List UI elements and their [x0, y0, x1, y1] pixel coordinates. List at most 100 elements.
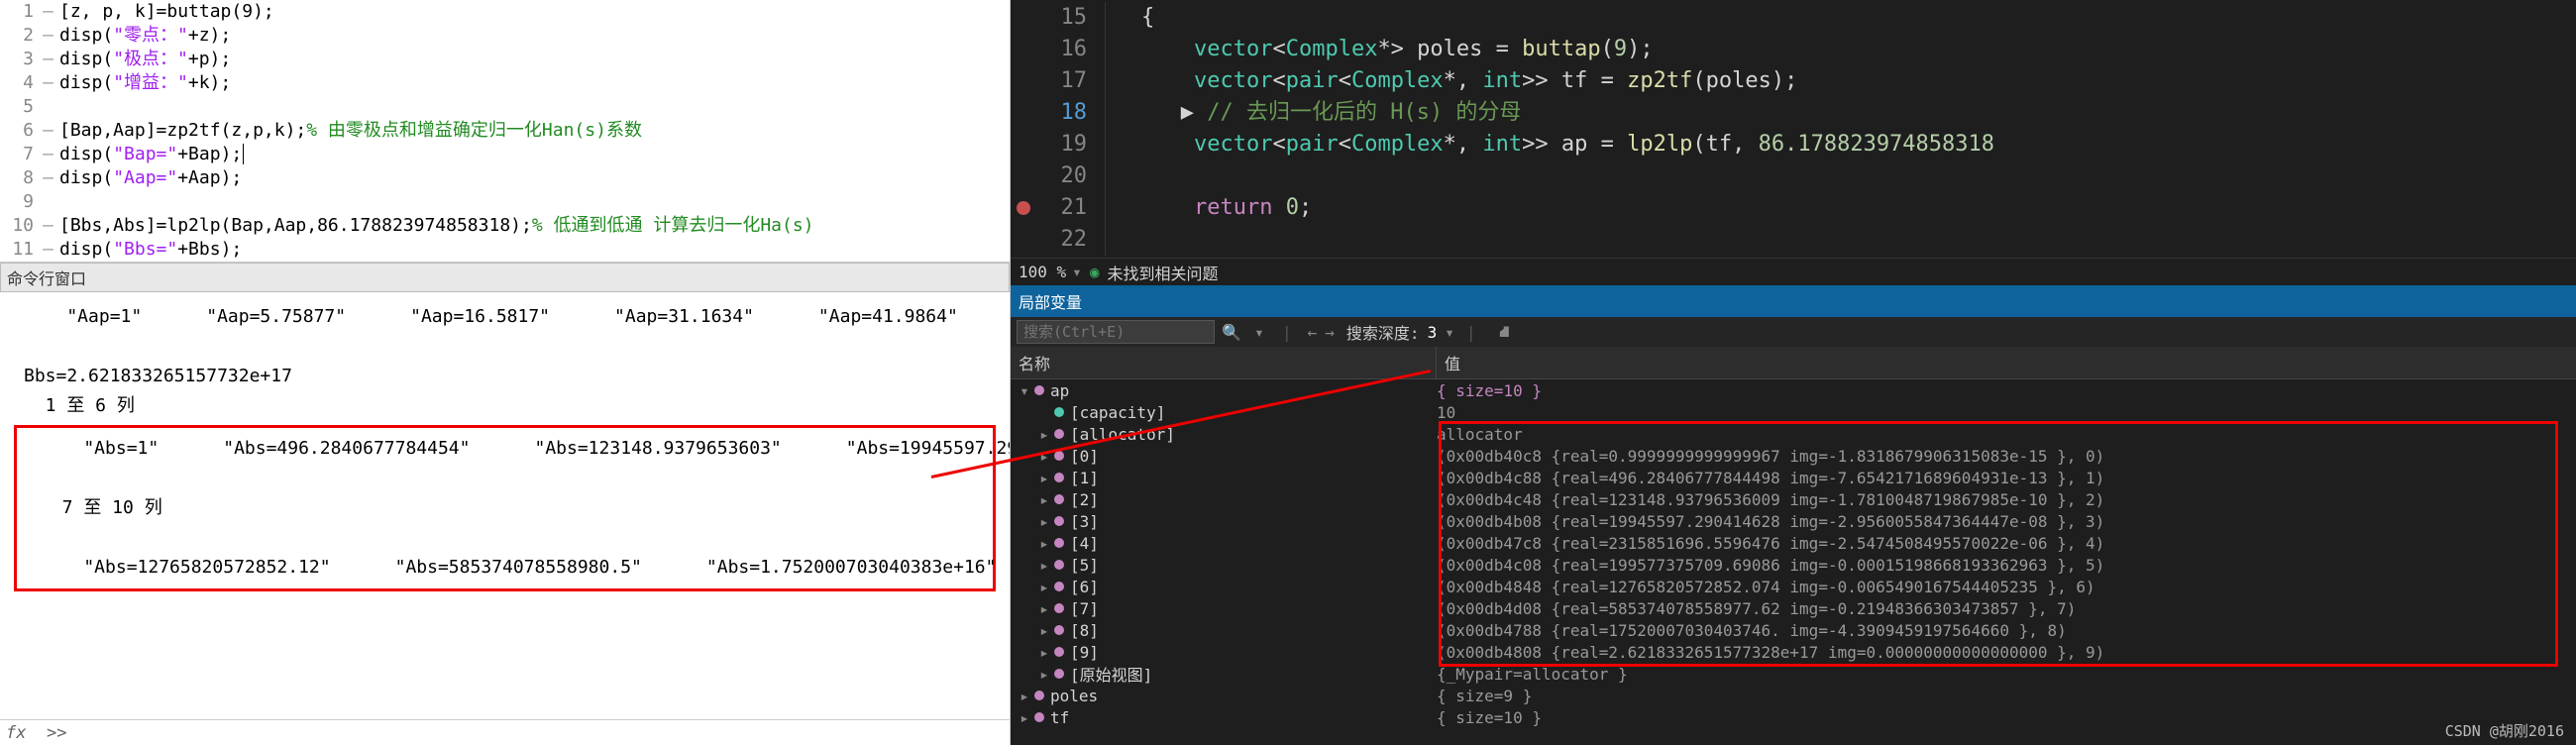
locals-row[interactable]: ▸[3](0x00db4b08 {real=19945597.290414628… [1011, 510, 2576, 532]
var-name: poles [1050, 687, 1098, 705]
bullet-icon [1034, 712, 1044, 722]
breakpoint-gutter[interactable] [1011, 34, 1036, 65]
expand-icon[interactable]: ▾ [1017, 381, 1032, 400]
zoom-level[interactable]: 100 % [1019, 263, 1066, 281]
var-name-cell: ▾ap [1011, 381, 1437, 400]
matlab-editor[interactable]: 1[z, p, k]=buttap(9);2disp("零点："+z);3dis… [0, 0, 1010, 263]
expand-icon[interactable]: ▸ [1036, 665, 1052, 684]
editor-line[interactable]: 6[Bap,Aap]=zp2tf(z,p,k);% 由零极点和增益确定归一化Ha… [0, 119, 1010, 143]
editor-line[interactable]: 8disp("Aap="+Aap); [0, 166, 1010, 190]
cpp-line[interactable]: 22 [1011, 224, 2576, 256]
locals-row[interactable]: ▸[9](0x00db4808 {real=2.6218332651577328… [1011, 641, 2576, 663]
var-name-cell: ▸ poles [1011, 687, 1437, 705]
command-window[interactable]: "Aap=1" "Aap=5.75877" "Aap=16.5817" "Aap… [0, 292, 1010, 719]
breakpoint-gutter[interactable] [1011, 160, 1036, 192]
editor-line[interactable]: 7disp("Bap="+Bap); [0, 143, 1010, 166]
editor-line[interactable]: 10[Bbs,Abs]=lp2lp(Bap,Aap,86.17882397485… [0, 214, 1010, 238]
search-icon[interactable]: 🔍 [1221, 321, 1242, 343]
cpp-line[interactable]: 19 vector<pair<Complex*, int>> ap = lp2l… [1011, 129, 2576, 160]
col-name-header[interactable]: 名称 [1011, 347, 1437, 378]
locals-row[interactable]: ▸[2](0x00db4c48 {real=123148.93796536009… [1011, 488, 2576, 510]
cpp-editor[interactable]: 15{16 vector<Complex*> poles = buttap(9)… [1011, 0, 2576, 258]
breakpoint-gutter[interactable] [1011, 97, 1036, 129]
var-name-cell: ▸[4] [1011, 534, 1437, 553]
var-name-cell: ▸tf [1011, 708, 1437, 727]
nav-prev-icon[interactable]: ← [1308, 323, 1318, 342]
code-content: vector<pair<Complex*, int>> tf = zp2tf(p… [1106, 65, 1797, 97]
bullet-icon [1054, 473, 1064, 482]
cpp-line[interactable]: 16 vector<Complex*> poles = buttap(9); [1011, 34, 2576, 65]
line-number: 5 [0, 95, 44, 119]
editor-line[interactable]: 4disp("增益："+k); [0, 71, 1010, 95]
expand-icon[interactable]: ▸ [1036, 490, 1052, 509]
var-name-cell: ▸ [1] [1011, 469, 1437, 487]
expand-icon[interactable]: ▸ [1036, 512, 1052, 531]
code-content: [z, p, k]=buttap(9); [44, 0, 1010, 24]
expand-icon[interactable]: ▸ [1017, 687, 1032, 705]
expand-icon[interactable]: ▸ [1036, 447, 1052, 466]
locals-row[interactable]: ▸poles{ size=9 } [1011, 685, 2576, 706]
cols-label: 1 至 6 列 [6, 391, 1004, 421]
fx-prompt-bar[interactable]: fx >> [0, 719, 1010, 745]
code-content: ▶ // 去归一化后的 H(s) 的分母 [1106, 97, 1521, 129]
cpp-line[interactable]: 18 ▶ // 去归一化后的 H(s) 的分母 [1011, 97, 2576, 129]
expand-icon[interactable] [1036, 403, 1052, 422]
editor-line[interactable]: 2disp("零点："+z); [0, 24, 1010, 48]
cpp-line[interactable]: 20 [1011, 160, 2576, 192]
breakpoint-gutter[interactable] [1011, 224, 1036, 256]
col-value-header[interactable]: 值 [1437, 347, 2576, 378]
locals-row[interactable]: ▸[4](0x00db47c8 {real=2315851696.5596476… [1011, 532, 2576, 554]
line-number: 20 [1036, 160, 1106, 192]
locals-row[interactable]: ▸[0](0x00db40c8 {real=0.9999999999999967… [1011, 445, 2576, 467]
editor-line[interactable]: 11disp("Bbs="+Bbs); [0, 238, 1010, 262]
locals-row[interactable]: ▸[7](0x00db4d08 {real=585374078558977.62… [1011, 597, 2576, 619]
expand-icon[interactable]: ▸ [1036, 578, 1052, 596]
var-name: [9] [1070, 643, 1099, 662]
var-name: [1] [1070, 469, 1099, 487]
expand-icon[interactable]: ▸ [1036, 643, 1052, 662]
locals-tree[interactable]: ▾ap{ size=10 } [capacity]10▸[allocator]a… [1011, 379, 2576, 745]
expand-icon[interactable]: ▸ [1036, 621, 1052, 640]
nav-next-icon[interactable]: → [1325, 323, 1335, 342]
locals-row[interactable]: ▸[allocator]allocator [1011, 423, 2576, 445]
locals-row[interactable]: ▸[6](0x00db4848 {real=12765820572852.074… [1011, 576, 2576, 597]
locals-row[interactable]: ▸tf{ size=10 } [1011, 706, 2576, 728]
abs-row-2: "Abs=12765820572852.12" "Abs=58537407855… [23, 553, 987, 583]
expand-icon[interactable]: ▸ [1036, 469, 1052, 487]
locals-search-input[interactable] [1017, 320, 1215, 344]
expand-icon[interactable]: ▸ [1036, 599, 1052, 618]
editor-line[interactable]: 1[z, p, k]=buttap(9); [0, 0, 1010, 24]
var-name-cell: ▸[原始视图] [1011, 662, 1437, 686]
cpp-line[interactable]: 15{ [1011, 2, 2576, 34]
search-dropdown-icon[interactable]: ▾ [1248, 321, 1270, 343]
var-name-cell: ▸[2] [1011, 490, 1437, 509]
expand-icon[interactable]: ▸ [1017, 708, 1032, 727]
depth-dropdown-icon[interactable]: ▾ [1445, 323, 1454, 342]
locals-row[interactable]: [capacity]10 [1011, 401, 2576, 423]
search-depth-value[interactable]: 3 [1428, 323, 1438, 342]
locals-row[interactable]: ▸[1](0x00db4c88 {real=496.28406777844498… [1011, 467, 2576, 488]
breakpoint-gutter[interactable] [1011, 129, 1036, 160]
expand-icon[interactable]: ▸ [1036, 556, 1052, 575]
var-name: [7] [1070, 599, 1099, 618]
cpp-line[interactable]: 17 vector<pair<Complex*, int>> tf = zp2t… [1011, 65, 2576, 97]
locals-row[interactable]: ▸[5](0x00db4c08 {real=199577375709.69086… [1011, 554, 2576, 576]
breakpoint-gutter[interactable] [1011, 2, 1036, 34]
filter-icon[interactable]: ⛘ [1493, 321, 1515, 343]
locals-row[interactable]: ▾ap{ size=10 } [1011, 379, 2576, 401]
editor-line[interactable]: 5 [0, 95, 1010, 119]
editor-line[interactable]: 3disp("极点："+p); [0, 48, 1010, 71]
var-name: [capacity] [1070, 403, 1165, 422]
locals-row[interactable]: ▸[原始视图]{_Mypair=allocator } [1011, 663, 2576, 685]
bullet-icon [1034, 385, 1044, 395]
expand-icon[interactable]: ▸ [1036, 425, 1052, 444]
var-value-cell: (0x00db4788 {real=17520007030403746. img… [1437, 621, 2576, 640]
expand-icon[interactable]: ▸ [1036, 534, 1052, 553]
editor-line[interactable]: 9 [0, 190, 1010, 214]
line-number: 19 [1036, 129, 1106, 160]
breakpoint-icon[interactable] [1017, 201, 1030, 215]
breakpoint-gutter[interactable] [1011, 65, 1036, 97]
cpp-line[interactable]: 21 return 0; [1011, 192, 2576, 224]
locals-row[interactable]: ▸[8](0x00db4788 {real=17520007030403746.… [1011, 619, 2576, 641]
breakpoint-gutter[interactable] [1011, 192, 1036, 224]
